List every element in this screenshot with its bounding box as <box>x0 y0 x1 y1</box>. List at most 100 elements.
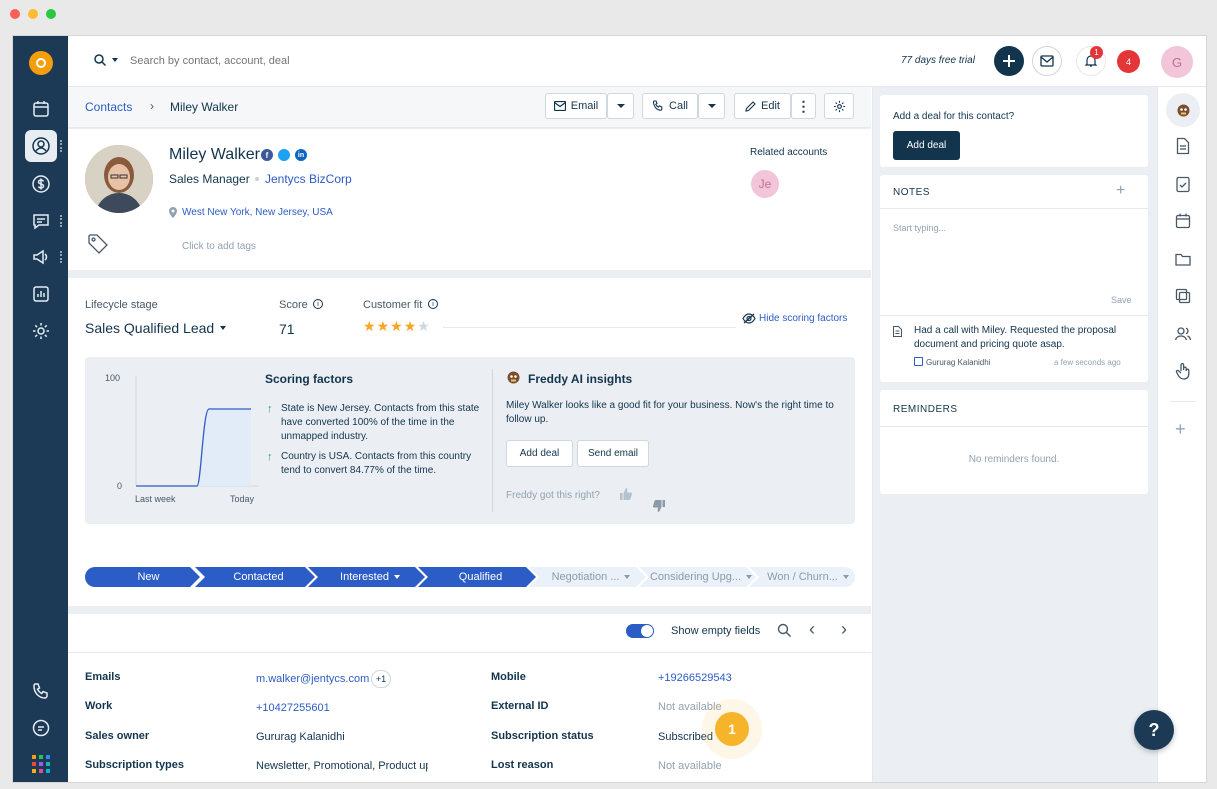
stage-7[interactable]: Won / Churn... <box>755 567 861 587</box>
campaigns-more-icon[interactable] <box>60 251 62 263</box>
contact-company-link[interactable]: Jentycs BizCorp <box>265 172 352 186</box>
thumbs-down-icon[interactable] <box>641 488 665 512</box>
help-button[interactable]: ? <box>1134 710 1174 750</box>
chevron-down-icon <box>616 104 625 108</box>
score-info-icon[interactable]: i <box>313 299 323 309</box>
tag-icon[interactable] <box>87 233 109 258</box>
campaigns-icon[interactable] <box>25 241 57 273</box>
calendar-icon[interactable] <box>25 93 57 125</box>
add-tags-placeholder[interactable]: Click to add tags <box>182 241 256 252</box>
conversations-icon[interactable] <box>25 205 57 237</box>
contact-photo[interactable] <box>85 145 153 213</box>
call-dropdown-button[interactable] <box>698 93 725 119</box>
onboarding-hotspot[interactable]: 1 <box>715 712 749 746</box>
quick-add-button[interactable] <box>994 46 1024 76</box>
more-actions-button[interactable]: ⋮ <box>791 93 816 119</box>
settings-icon[interactable] <box>25 315 57 347</box>
freddy-rail-button[interactable] <box>1166 93 1200 127</box>
save-note-button[interactable]: Save <box>1111 295 1132 305</box>
hand-pointer-icon[interactable] <box>1172 360 1194 382</box>
folder-icon[interactable] <box>1172 248 1194 270</box>
reports-icon[interactable] <box>25 278 57 310</box>
subscription-status-label: Subscription status <box>491 730 594 742</box>
phone-icon[interactable] <box>25 675 57 707</box>
users-icon[interactable] <box>1172 323 1194 345</box>
stage-2[interactable]: Contacted <box>201 567 316 587</box>
stage-label: Contacted <box>233 571 284 583</box>
star-empty-icon: ★ <box>417 318 431 334</box>
stage-1[interactable]: New <box>91 567 206 587</box>
note-author[interactable]: Gururag Kalanidhi <box>926 358 990 367</box>
maximize-dot[interactable] <box>46 9 56 19</box>
email-button[interactable]: Email <box>545 93 607 119</box>
task-checklist-icon[interactable] <box>1172 173 1194 195</box>
chevron-left-icon[interactable]: ‹ <box>809 620 815 638</box>
calendar-icon[interactable] <box>1172 210 1194 232</box>
email-value-link[interactable]: m.walker@jentycs.com <box>256 673 369 685</box>
mobile-phone-link[interactable]: +19266529543 <box>658 672 732 684</box>
close-dot[interactable] <box>10 9 20 19</box>
freddy-ai-title: Freddy AI insights <box>528 372 633 386</box>
alerts-badge[interactable]: 4 <box>1117 50 1140 73</box>
breadcrumb-contacts-link[interactable]: Contacts <box>85 100 132 114</box>
app-logo[interactable] <box>29 51 53 75</box>
show-empty-fields-toggle[interactable] <box>626 624 654 638</box>
add-note-plus-icon[interactable]: + <box>1116 183 1125 199</box>
no-reminders-text: No reminders found. <box>968 454 1060 465</box>
deals-icon[interactable] <box>25 168 57 200</box>
contact-location[interactable]: West New York, New Jersey, USA <box>182 207 333 218</box>
stage-5[interactable]: Negotiation ... <box>535 567 647 587</box>
search-input[interactable] <box>130 50 430 72</box>
customer-fit-info-icon[interactable]: i <box>428 299 438 309</box>
phone-icon <box>652 100 663 111</box>
linkedin-icon[interactable]: in <box>295 149 307 161</box>
ai-add-deal-button[interactable]: Add deal <box>506 440 573 467</box>
ai-send-email-button[interactable]: Send email <box>577 440 649 467</box>
customize-gear-button[interactable] <box>824 93 854 119</box>
chat-icon[interactable] <box>25 712 57 744</box>
hide-scoring-factors-link[interactable]: Hide scoring factors <box>742 313 847 324</box>
chevron-right-icon[interactable]: › <box>841 620 847 638</box>
chevron-down-icon <box>220 326 227 330</box>
work-phone-link[interactable]: +10427255601 <box>256 702 330 714</box>
conversations-more-icon[interactable] <box>60 215 62 227</box>
search-icon[interactable] <box>93 53 107 70</box>
lifecycle-stage-dropdown[interactable]: Sales Qualified Lead <box>85 320 227 336</box>
more-emails-badge[interactable]: +1 <box>371 670 391 688</box>
facebook-icon[interactable]: f <box>261 149 273 161</box>
sales-owner-value[interactable]: Gururag Kalanidhi <box>256 731 345 743</box>
email-dropdown-button[interactable] <box>607 93 634 119</box>
apps-grid-icon[interactable] <box>32 755 50 773</box>
trial-text[interactable]: 77 days free trial <box>901 55 975 66</box>
related-account-avatar[interactable]: Je <box>751 170 779 198</box>
contacts-icon[interactable] <box>25 130 57 162</box>
minimize-dot[interactable] <box>28 9 38 19</box>
subscription-types-value[interactable]: Newsletter, Promotional, Product up <box>256 760 428 772</box>
add-deal-button[interactable]: Add deal <box>893 131 960 160</box>
twitter-icon[interactable] <box>278 149 290 161</box>
search-scope-chevron-icon[interactable] <box>112 58 118 62</box>
note-entry-text[interactable]: Had a call with Miley. Requested the pro… <box>914 324 1134 352</box>
note-author-icon <box>914 357 923 366</box>
user-avatar[interactable]: G <box>1161 46 1193 78</box>
add-widget-plus-icon[interactable]: + <box>1175 420 1186 438</box>
star-filled-icon: ★ <box>390 318 404 334</box>
lost-reason-value[interactable]: Not available <box>658 760 722 772</box>
contacts-more-icon[interactable] <box>60 140 62 152</box>
reminders-title: REMINDERS <box>893 404 958 415</box>
copy-icon[interactable] <box>1172 285 1194 307</box>
stage-3[interactable]: Interested <box>314 567 426 587</box>
note-input[interactable]: Start typing... <box>893 223 946 233</box>
chevron-down-icon <box>393 575 400 579</box>
inbox-button[interactable] <box>1032 46 1062 76</box>
call-button[interactable]: Call <box>642 93 698 119</box>
search-fields-icon[interactable] <box>777 623 792 641</box>
contact-name: Miley Walker <box>169 146 260 163</box>
scoring-factor-2: Country is USA. Contacts from this count… <box>281 451 472 476</box>
notification-count-badge: 1 <box>1090 46 1103 59</box>
stage-4[interactable]: Qualified <box>424 567 537 587</box>
edit-button[interactable]: Edit <box>734 93 791 119</box>
document-icon[interactable] <box>1172 135 1194 157</box>
stage-6[interactable]: Considering Upg... <box>645 567 757 587</box>
thumbs-up-icon[interactable] <box>620 488 633 500</box>
